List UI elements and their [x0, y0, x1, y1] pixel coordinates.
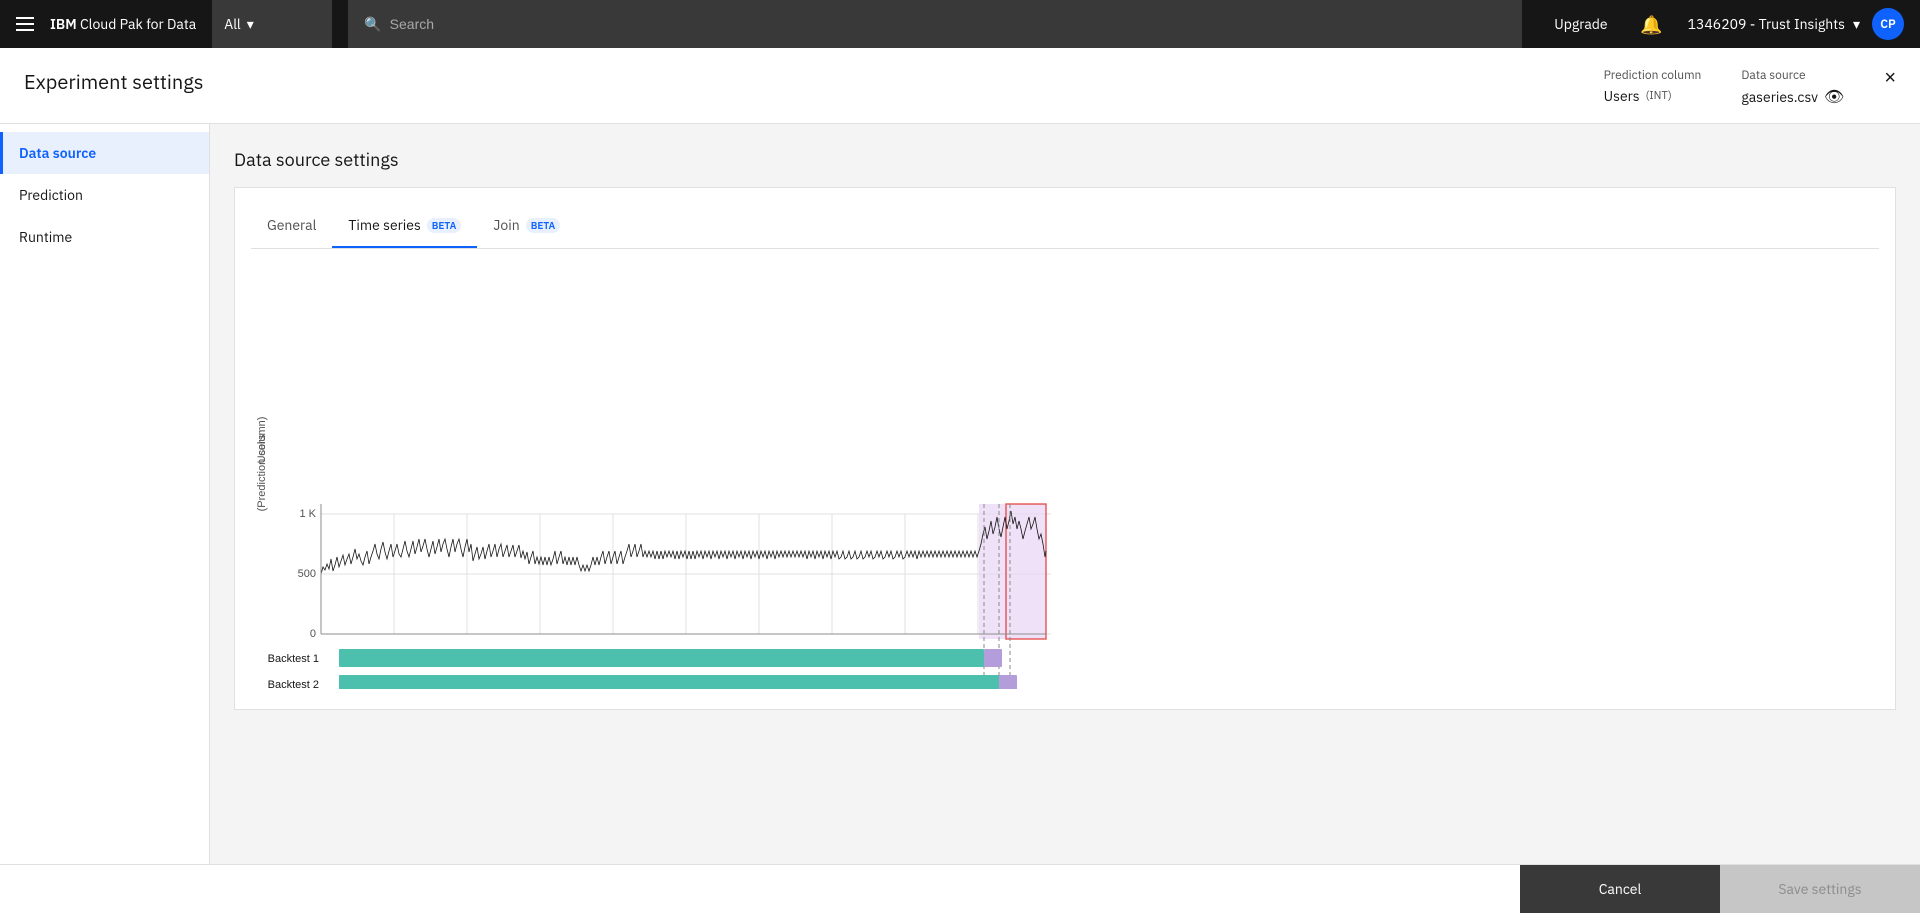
modal-body: Data source Prediction Runtime Data sour… [0, 124, 1920, 864]
cancel-button[interactable]: Cancel [1520, 865, 1720, 913]
search-bar[interactable]: 🔍 [348, 0, 1522, 48]
modal-header-right: Prediction column Users (INT) Data sourc… [1604, 68, 1896, 107]
chart-panel: General Time series BETA Join BETA [234, 187, 1896, 710]
brand-logo: IBM Cloud Pak for Data [50, 15, 196, 33]
nav-actions: Upgrade 🔔 1346209 - Trust Insights ▾ CP [1538, 0, 1904, 48]
sidebar-item-prediction[interactable]: Prediction [0, 174, 209, 216]
chevron-down-icon: ▾ [247, 15, 254, 33]
content-area: Data source settings General Time series… [210, 124, 1920, 864]
modal-title: Experiment settings [24, 68, 204, 95]
svg-text:1 K: 1 K [299, 508, 316, 520]
search-icon: 🔍 [364, 15, 381, 33]
search-input[interactable] [390, 16, 1507, 32]
content-title: Data source settings [234, 148, 1896, 171]
close-button[interactable]: × [1884, 68, 1896, 88]
modal-footer: Cancel Save settings [0, 864, 1920, 913]
svg-text:Backtest 2: Backtest 2 [268, 679, 319, 689]
eye-icon[interactable]: 👁 [1824, 87, 1844, 107]
settings-sidebar: Data source Prediction Runtime [0, 124, 210, 864]
modal-overlay: Experiment settings Prediction column Us… [0, 48, 1920, 913]
datasource-meta: Data source gaseries.csv 👁 [1741, 68, 1844, 107]
svg-text:(Prediction column): (Prediction column) [256, 417, 268, 512]
data-source-tabs: General Time series BETA Join BETA [251, 204, 1879, 249]
svg-text:500: 500 [298, 568, 316, 580]
datasource-value: gaseries.csv 👁 [1741, 87, 1844, 107]
user-account-menu[interactable]: 1346209 - Trust Insights ▾ [1680, 15, 1868, 33]
tab-general[interactable]: General [251, 204, 332, 248]
join-beta-badge: BETA [526, 218, 561, 233]
tab-join[interactable]: Join BETA [477, 204, 576, 248]
notification-icon[interactable]: 🔔 [1628, 0, 1676, 48]
prediction-column-meta: Prediction column Users (INT) [1604, 68, 1702, 105]
top-navigation: IBM Cloud Pak for Data All ▾ 🔍 Upgrade 🔔… [0, 0, 1920, 48]
experiment-settings-modal: Experiment settings Prediction column Us… [0, 48, 1920, 913]
modal-header: Experiment settings Prediction column Us… [0, 48, 1920, 124]
avatar[interactable]: CP [1872, 8, 1904, 40]
sidebar-item-data-source[interactable]: Data source [0, 132, 209, 174]
time-series-beta-badge: BETA [427, 218, 462, 233]
time-series-chart: Users (Prediction column) 1 K 500 [251, 249, 1879, 693]
save-settings-button[interactable]: Save settings [1720, 865, 1920, 913]
datasource-label: Data source [1741, 68, 1844, 83]
chart-svg: Users (Prediction column) 1 K 500 [251, 249, 1121, 689]
upgrade-button[interactable]: Upgrade [1538, 15, 1623, 33]
sidebar-item-runtime[interactable]: Runtime [0, 216, 209, 258]
menu-icon[interactable] [16, 17, 34, 31]
tab-time-series[interactable]: Time series BETA [332, 204, 477, 248]
svg-text:Backtest 1: Backtest 1 [268, 653, 319, 665]
prediction-column-label: Prediction column [1604, 68, 1702, 83]
environment-select[interactable]: All ▾ [212, 0, 332, 48]
svg-text:0: 0 [310, 628, 316, 640]
prediction-column-value: Users (INT) [1604, 87, 1702, 105]
chevron-down-icon: ▾ [1853, 15, 1860, 33]
